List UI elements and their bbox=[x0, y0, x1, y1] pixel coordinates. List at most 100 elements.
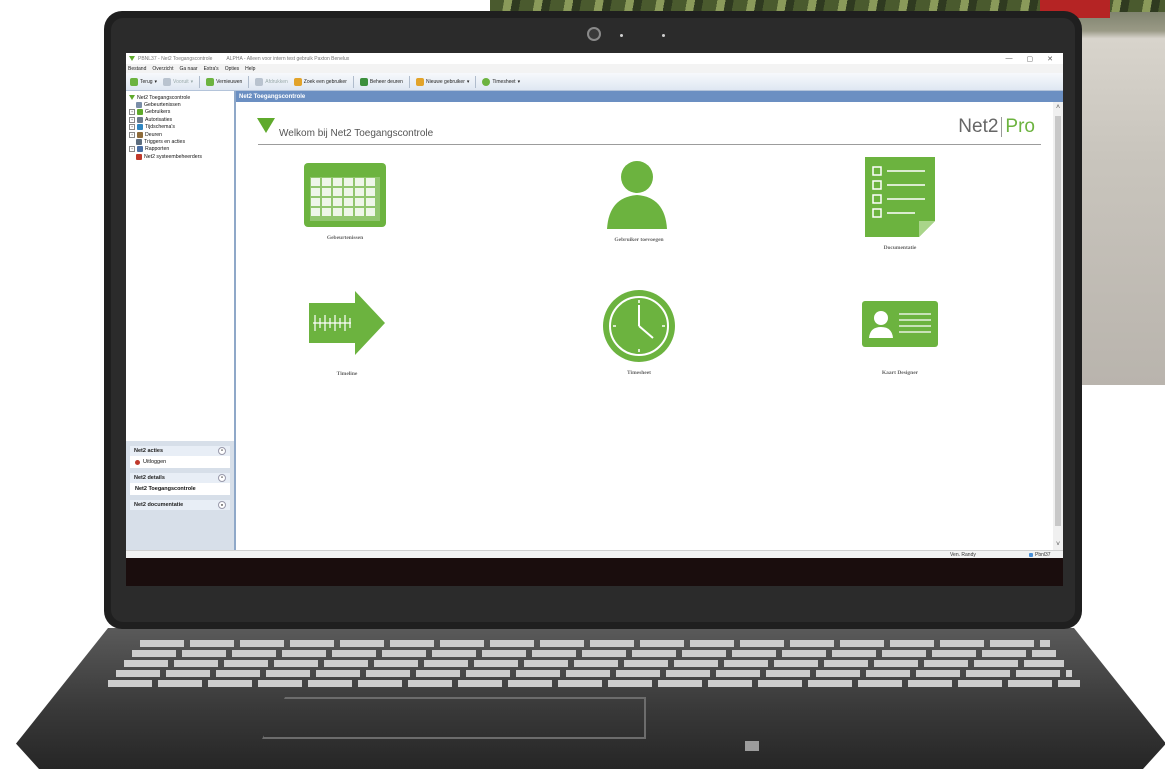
main-content: Net2 Toegangscontrole Welkom bij Net2 To… bbox=[236, 91, 1063, 550]
tile-timeline[interactable]: Timeline bbox=[277, 289, 417, 377]
tree-item-icon bbox=[137, 116, 143, 123]
scroll-up-icon[interactable]: ˄ bbox=[1054, 104, 1062, 111]
net2-logo-icon bbox=[129, 56, 135, 61]
docs-block: Net2 documentatie v bbox=[130, 500, 230, 510]
maximize-button[interactable]: ▢ bbox=[1027, 55, 1034, 63]
expand-icon[interactable]: + bbox=[129, 124, 135, 131]
tree-item-icon bbox=[137, 109, 143, 116]
print-icon bbox=[255, 77, 264, 86]
scroll-down-icon[interactable]: ˅ bbox=[1054, 541, 1062, 548]
forward-button[interactable]: Vooruit ▾ bbox=[163, 77, 193, 86]
calendar-icon bbox=[304, 163, 386, 227]
menu-help[interactable]: Help bbox=[245, 66, 255, 72]
net2-logo-icon bbox=[129, 95, 135, 101]
tree-item[interactable]: Gebeurtenissen bbox=[129, 101, 237, 109]
logout-link[interactable]: Uitloggen bbox=[130, 456, 230, 468]
print-button[interactable]: Afdrukken bbox=[255, 77, 288, 86]
manage-doors-button[interactable]: Beheer deuren bbox=[359, 77, 403, 86]
laptop-touchpad bbox=[262, 697, 646, 739]
actions-block: Net2 acties ^ Uitloggen bbox=[130, 446, 230, 468]
app-window: PBNL37 - Net2 Toegangscontrole ALPHA - A… bbox=[126, 53, 1063, 586]
menu-bar: Bestand Overzicht Ga naar Extra's Opties… bbox=[126, 64, 1063, 73]
computer-icon bbox=[1029, 553, 1033, 557]
chevron-down-icon[interactable]: v bbox=[218, 501, 226, 509]
menu-opties[interactable]: Opties bbox=[225, 66, 239, 72]
expand-icon[interactable]: + bbox=[129, 146, 135, 153]
welcome-title: Welkom bij Net2 Toegangscontrole bbox=[279, 128, 434, 139]
divider bbox=[258, 144, 1041, 145]
back-arrow-icon bbox=[130, 77, 138, 86]
timesheet-button[interactable]: Timesheet ▾ bbox=[482, 77, 520, 86]
details-block: Net2 details ^ Net2 Toegangscontrole bbox=[130, 473, 230, 495]
window-note: ALPHA - Alleen voor intern test gebruik … bbox=[226, 55, 350, 62]
add-user-icon: + bbox=[607, 161, 671, 229]
logout-icon bbox=[135, 459, 140, 465]
tree-item[interactable]: + Gebruikers bbox=[129, 109, 237, 116]
details-header[interactable]: Net2 details ^ bbox=[130, 473, 230, 483]
door-icon bbox=[359, 77, 368, 86]
tree-item[interactable]: + Autorisaties bbox=[129, 116, 237, 123]
tree-item-icon bbox=[137, 146, 143, 153]
tree-item[interactable]: Net2 systeembeheerders bbox=[129, 153, 237, 160]
tile-label: Gebeurtenissen bbox=[326, 235, 364, 241]
tree-item[interactable]: + Tijdschema's bbox=[129, 124, 237, 131]
tree-item[interactable]: Triggers en acties bbox=[129, 138, 237, 146]
clock-icon bbox=[603, 290, 675, 362]
svg-text:+: + bbox=[653, 174, 671, 199]
expand-icon[interactable]: + bbox=[129, 109, 135, 116]
tree-item-icon bbox=[137, 124, 143, 131]
webcam-icon bbox=[587, 27, 601, 41]
tile-label: Kaart Designer bbox=[881, 370, 919, 376]
menu-overzicht[interactable]: Overzicht bbox=[152, 66, 173, 72]
sensor-dot bbox=[620, 34, 623, 37]
chevron-up-icon[interactable]: ^ bbox=[218, 474, 226, 482]
actions-header[interactable]: Net2 acties ^ bbox=[130, 446, 230, 456]
document-icon bbox=[865, 157, 935, 237]
new-user-button[interactable]: Nieuwe gebruiker ▾ bbox=[415, 77, 469, 86]
tree-root[interactable]: Net2 Toegangscontrole bbox=[129, 94, 237, 101]
tile-events[interactable]: Gebeurtenissen bbox=[275, 161, 415, 241]
navigation-tree: Net2 Toegangscontrole Gebeurtenissen + Geb… bbox=[126, 91, 237, 444]
chevron-up-icon[interactable]: ^ bbox=[218, 447, 226, 455]
clock-icon bbox=[482, 77, 491, 86]
minimize-button[interactable]: — bbox=[1006, 55, 1013, 63]
forward-arrow-icon bbox=[163, 77, 172, 86]
details-value: Net2 Toegangscontrole bbox=[135, 486, 196, 492]
add-user-icon bbox=[415, 77, 424, 86]
tree-item-icon bbox=[136, 139, 142, 146]
title-bar: PBNL37 - Net2 Toegangscontrole ALPHA - A… bbox=[126, 53, 1063, 64]
sensor-dot bbox=[662, 34, 665, 37]
refresh-icon bbox=[206, 77, 215, 86]
tile-label: Documentatie bbox=[883, 245, 917, 251]
net2-logo-icon bbox=[257, 118, 275, 133]
taskbar-area bbox=[126, 558, 1063, 586]
refresh-button[interactable]: Vernieuwen bbox=[206, 77, 242, 86]
laptop-notch bbox=[745, 741, 759, 751]
id-card-icon bbox=[862, 301, 938, 347]
tile-label: Timesheet bbox=[626, 370, 652, 376]
tile-documentation[interactable]: Documentatie bbox=[830, 155, 970, 251]
tile-card-designer[interactable]: Kaart Designer bbox=[830, 300, 970, 376]
window-title: PBNL37 - Net2 Toegangscontrole bbox=[138, 55, 213, 62]
close-button[interactable]: ✕ bbox=[1047, 55, 1053, 63]
expand-icon[interactable]: + bbox=[129, 116, 135, 123]
vertical-scrollbar[interactable]: ˄ ˅ bbox=[1053, 102, 1063, 550]
tree-item[interactable]: + Deuren bbox=[129, 131, 237, 138]
tile-timesheet[interactable]: Timesheet bbox=[569, 288, 709, 376]
expand-icon[interactable]: + bbox=[129, 131, 135, 138]
menu-extras[interactable]: Extra's bbox=[204, 66, 219, 72]
tree-item[interactable]: + Rapporten bbox=[129, 146, 237, 153]
find-user-button[interactable]: Zoek een gebruiker bbox=[293, 77, 347, 86]
scroll-thumb[interactable] bbox=[1055, 116, 1061, 526]
menu-bestand[interactable]: Bestand bbox=[128, 66, 146, 72]
back-button[interactable]: Terug ▾ bbox=[130, 77, 157, 86]
tree-item-icon bbox=[136, 102, 142, 109]
toolbar: Terug ▾ Vooruit ▾ Vernieuwen Afdrukken Z… bbox=[126, 73, 1063, 91]
tree-item-icon bbox=[137, 131, 143, 138]
actions-panel: Net2 acties ^ Uitloggen Net2 details ^ Net… bbox=[126, 441, 234, 550]
net2pro-brand: Net2 Pro bbox=[958, 116, 1035, 137]
docs-header[interactable]: Net2 documentatie v bbox=[130, 500, 230, 510]
timeline-arrow-icon bbox=[309, 291, 385, 355]
menu-ga-naar[interactable]: Ga naar bbox=[179, 66, 197, 72]
tile-add-user[interactable]: + Gebruiker toevoegen bbox=[569, 155, 709, 243]
